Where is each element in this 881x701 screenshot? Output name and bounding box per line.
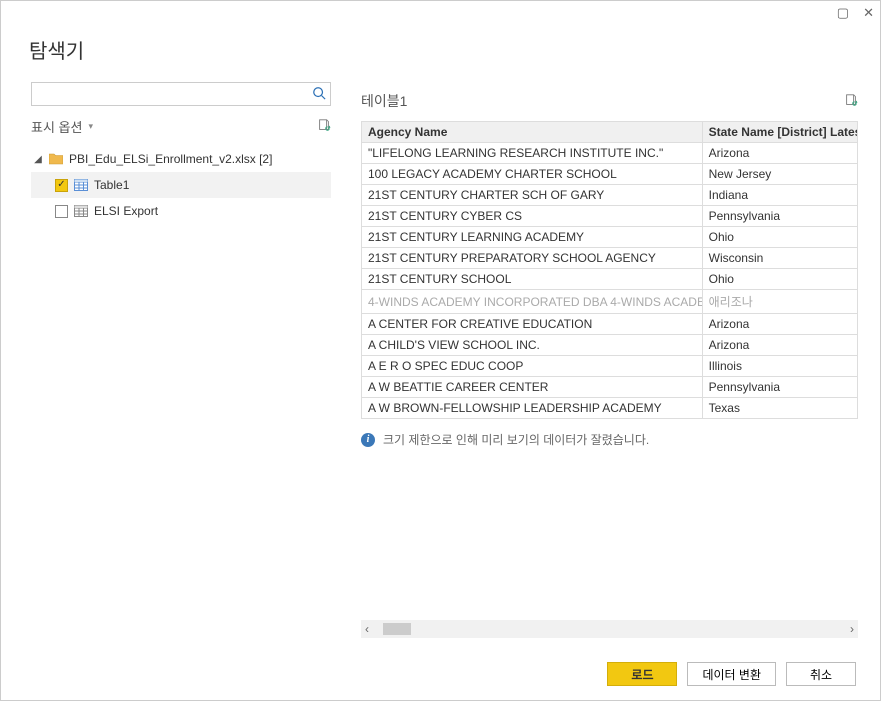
cell-state-name: Illinois [702,356,857,377]
info-icon: i [361,433,375,447]
cell-agency-name: "LIFELONG LEARNING RESEARCH INSTITUTE IN… [362,143,703,164]
tree-file-node[interactable]: ◢ PBI_Edu_ELSi_Enrollment_v2.xlsx [2] [31,146,331,172]
cell-agency-name: A W BEATTIE CAREER CENTER [362,377,703,398]
table-icon [74,179,88,191]
tree-item-elsi-export[interactable]: ELSI Export [31,198,331,224]
table-row[interactable]: A E R O SPEC EDUC COOPIllinois [362,356,858,377]
table-icon [74,205,88,217]
maximize-icon[interactable]: ▢ [837,5,849,21]
tree-item-table1[interactable]: ✓ Table1 [31,172,331,198]
table-row[interactable]: 21ST CENTURY CYBER CSPennsylvania [362,206,858,227]
cell-state-name: 애리조나 [702,290,857,314]
cell-agency-name: A W BROWN-FELLOWSHIP LEADERSHIP ACADEMY [362,398,703,419]
table-row[interactable]: 21ST CENTURY PREPARATORY SCHOOL AGENCYWi… [362,248,858,269]
cell-state-name: Indiana [702,185,857,206]
tree-item-label: ELSI Export [94,204,158,218]
horizontal-scrollbar[interactable]: ‹ › [361,620,858,638]
info-text: 크기 제한으로 인해 미리 보기의 데이터가 잘렸습니다. [383,431,649,448]
navigator-pane: 탐색기 표시 옵션 ▾ ◢ [1,25,343,648]
cell-state-name: Texas [702,398,857,419]
table-row[interactable]: A CHILD'S VIEW SCHOOL INC.Arizona [362,335,858,356]
display-options-dropdown[interactable]: 표시 옵션 ▾ [31,117,93,136]
info-message: i 크기 제한으로 인해 미리 보기의 데이터가 잘렸습니다. [361,431,858,448]
cell-state-name: Pennsylvania [702,377,857,398]
cell-agency-name: 21ST CENTURY CHARTER SCH OF GARY [362,185,703,206]
cell-agency-name: A E R O SPEC EDUC COOP [362,356,703,377]
close-icon[interactable]: ✕ [863,5,874,21]
transform-data-button[interactable]: 데이터 변환 [687,662,776,686]
cancel-button[interactable]: 취소 [786,662,856,686]
cell-agency-name: 21ST CENTURY LEARNING ACADEMY [362,227,703,248]
cell-state-name: Arizona [702,335,857,356]
checkbox-checked[interactable]: ✓ [55,179,68,192]
checkbox-unchecked[interactable] [55,205,68,218]
scroll-right-icon[interactable]: › [850,622,854,636]
expander-icon[interactable]: ◢ [33,154,43,165]
cell-agency-name: 21ST CENTURY SCHOOL [362,269,703,290]
cell-agency-name: 4-WINDS ACADEMY INCORPORATED DBA 4-WINDS… [362,290,703,314]
display-options-row: 표시 옵션 ▾ [31,114,331,138]
scroll-left-icon[interactable]: ‹ [365,622,369,636]
table-row[interactable]: 100 LEGACY ACADEMY CHARTER SCHOOLNew Jer… [362,164,858,185]
cell-state-name: Arizona [702,143,857,164]
table-header-row: Agency Name State Name [District] Latest… [362,122,858,143]
search-icon[interactable] [312,86,326,103]
cell-agency-name: 21ST CENTURY CYBER CS [362,206,703,227]
window-titlebar: ▢ ✕ [1,1,880,25]
cell-state-name: Wisconsin [702,248,857,269]
refresh-icon[interactable] [317,118,331,135]
dialog-content: 탐색기 표시 옵션 ▾ ◢ [1,25,880,700]
search-box[interactable] [31,82,331,106]
table-row[interactable]: A W BEATTIE CAREER CENTERPennsylvania [362,377,858,398]
table-container: Agency Name State Name [District] Latest… [361,121,858,419]
column-header[interactable]: Agency Name [362,122,703,143]
cell-agency-name: 21ST CENTURY PREPARATORY SCHOOL AGENCY [362,248,703,269]
cell-agency-name: A CENTER FOR CREATIVE EDUCATION [362,314,703,335]
folder-icon [49,153,63,165]
main-area: 탐색기 표시 옵션 ▾ ◢ [1,25,880,648]
preview-table: Agency Name State Name [District] Latest… [361,121,858,419]
preview-pane: 테이블1 Agency Name State Name [District] L… [343,81,880,648]
table-row[interactable]: 21ST CENTURY SCHOOLOhio [362,269,858,290]
cell-state-name: New Jersey [702,164,857,185]
cell-agency-name: A CHILD'S VIEW SCHOOL INC. [362,335,703,356]
caret-down-icon: ▾ [88,121,93,132]
tree-item-label: Table1 [94,178,129,192]
table-row[interactable]: 21ST CENTURY LEARNING ACADEMYOhio [362,227,858,248]
table-row[interactable]: 4-WINDS ACADEMY INCORPORATED DBA 4-WINDS… [362,290,858,314]
cell-state-name: Ohio [702,227,857,248]
dialog-title: 탐색기 [29,35,331,64]
display-options-label: 표시 옵션 [31,117,82,136]
preview-title: 테이블1 [361,91,407,111]
button-bar: 로드 데이터 변환 취소 [1,648,880,700]
table-row[interactable]: A CENTER FOR CREATIVE EDUCATIONArizona [362,314,858,335]
search-input[interactable] [38,87,312,101]
table-row[interactable]: 21ST CENTURY CHARTER SCH OF GARYIndiana [362,185,858,206]
refresh-preview-icon[interactable] [844,93,858,110]
cell-agency-name: 100 LEGACY ACADEMY CHARTER SCHOOL [362,164,703,185]
cell-state-name: Ohio [702,269,857,290]
table-row[interactable]: "LIFELONG LEARNING RESEARCH INSTITUTE IN… [362,143,858,164]
load-button[interactable]: 로드 [607,662,677,686]
cell-state-name: Pennsylvania [702,206,857,227]
preview-header: 테이블1 [361,91,858,111]
cell-state-name: Arizona [702,314,857,335]
scroll-thumb[interactable] [383,623,411,635]
column-header[interactable]: State Name [District] Latest available y… [702,122,857,143]
tree-view: ◢ PBI_Edu_ELSi_Enrollment_v2.xlsx [2] ✓ … [31,146,331,224]
file-name-label: PBI_Edu_ELSi_Enrollment_v2.xlsx [2] [69,152,272,166]
table-row[interactable]: A W BROWN-FELLOWSHIP LEADERSHIP ACADEMYT… [362,398,858,419]
